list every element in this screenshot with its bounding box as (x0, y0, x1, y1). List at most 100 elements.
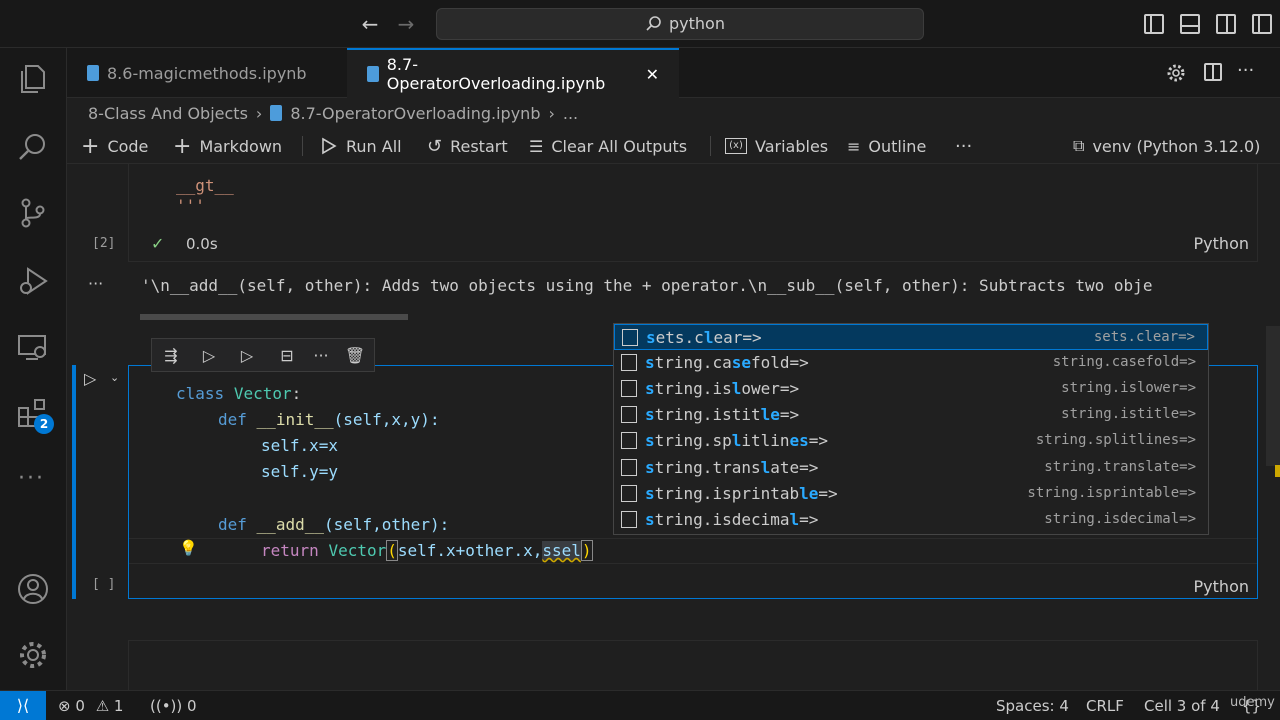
snippet-icon (621, 354, 637, 372)
execute-below-icon[interactable]: ▷ (236, 346, 258, 366)
toolbar-more-button[interactable]: ··· (955, 134, 972, 158)
clear-all-outputs-button[interactable]: ☰ Clear All Outputs (529, 134, 687, 158)
execution-count: [2] (92, 236, 116, 251)
activity-bar: 2 ··· (0, 48, 67, 690)
code-line: return Vector(self.x+other.x,ssel) (261, 540, 593, 561)
restart-icon: ↺ (427, 135, 443, 157)
execute-above-icon[interactable]: ⇶ (160, 346, 182, 366)
indentation-indicator[interactable]: Spaces: 4 (996, 697, 1069, 715)
search-icon (646, 15, 661, 31)
broadcast-icon: ((•)) (150, 697, 183, 715)
output-horizontal-scrollbar[interactable] (140, 314, 408, 320)
toggle-panel-icon[interactable] (1180, 14, 1200, 34)
execute-cell-and-below-icon[interactable]: ▷ (198, 346, 220, 366)
output-more-icon[interactable]: ··· (88, 274, 103, 293)
editor-tab-bar: 8.6-magicmethods.ipynb 8.7-OperatorOverl… (67, 48, 1280, 98)
suggestion-item[interactable]: string.translate=> string.translate=> (614, 455, 1208, 481)
more-views-icon[interactable]: ··· (18, 466, 45, 491)
back-arrow-icon[interactable]: ← (358, 12, 382, 36)
outline-icon: ≡ (847, 136, 861, 156)
cell-more-icon[interactable]: ··· (310, 346, 332, 366)
toggle-secondary-sidebar-icon[interactable] (1216, 14, 1236, 34)
suggestion-item[interactable]: string.istitle=> string.istitle=> (614, 402, 1208, 428)
run-cell-icon[interactable]: ▷ (84, 369, 96, 388)
toggle-primary-sidebar-icon[interactable] (1144, 14, 1164, 34)
problems-indicator[interactable]: ⊗ 0 ⚠ 1 (58, 697, 123, 715)
suggestion-label: string.isdecimal=> (645, 509, 819, 529)
run-debug-icon[interactable] (16, 264, 50, 298)
notebook-file-icon (367, 66, 379, 82)
chevron-down-icon[interactable]: ⌄ (110, 371, 119, 384)
settings-gear-icon[interactable] (16, 638, 50, 672)
error-icon: ⊗ (58, 697, 71, 715)
suggestion-item[interactable]: string.splitlines=> string.splitlines=> (614, 428, 1208, 454)
suggestion-label: string.istitle=> (645, 405, 800, 425)
suggestion-item[interactable]: sets.clear=> sets.clear=> (614, 324, 1208, 350)
suggestion-item[interactable]: string.isdecimal=> string.isdecimal=> (614, 507, 1208, 533)
chevron-right-icon: › (548, 103, 555, 123)
search-icon[interactable] (16, 130, 50, 164)
variables-icon: (x) (725, 138, 747, 154)
add-markdown-cell-button[interactable]: + Markdown (173, 134, 282, 159)
tab-label: 8.7-OperatorOverloading.ipynb (386, 55, 606, 93)
eol-indicator[interactable]: CRLF (1086, 697, 1124, 715)
explorer-icon[interactable] (16, 62, 50, 96)
tab-operatoroverloading[interactable]: 8.7-OperatorOverloading.ipynb ✕ (347, 48, 679, 98)
restart-button[interactable]: ↺ Restart (427, 134, 508, 158)
cell-output-text: '\n__add__(self, other): Adds two object… (141, 276, 1153, 295)
suggestion-detail: string.casefold=> (1052, 354, 1196, 371)
cell-language-label[interactable]: Python (1194, 577, 1249, 596)
kernel-icon: ⧉ (1073, 136, 1085, 155)
breadcrumb-more[interactable]: ... (563, 104, 578, 123)
suggestion-label: string.translate=> (645, 457, 819, 477)
remote-explorer-icon[interactable] (16, 330, 50, 364)
ports-indicator[interactable]: ((•)) 0 (150, 697, 197, 715)
split-editor-icon[interactable] (1204, 63, 1222, 81)
forward-arrow-icon[interactable]: → (394, 12, 418, 36)
breadcrumb-folder[interactable]: 8-Class And Objects (88, 104, 248, 123)
toolbar-divider (710, 136, 711, 156)
accounts-icon[interactable] (16, 572, 50, 606)
suggestion-widget: sets.clear=> sets.clear=> string.casefold=… (613, 323, 1209, 535)
delete-cell-icon[interactable]: 🗑 (344, 346, 366, 366)
variables-button[interactable]: (x) Variables (725, 134, 828, 158)
lightbulb-icon[interactable]: 💡 (179, 539, 198, 557)
gear-icon[interactable] (1166, 63, 1186, 83)
notebook-file-icon (87, 65, 99, 81)
suggestion-detail: string.translate=> (1044, 458, 1196, 475)
active-cell-indicator (72, 365, 76, 599)
cell-language-label[interactable]: Python (1194, 234, 1249, 253)
command-center-search[interactable]: python (436, 8, 924, 40)
remote-indicator-icon[interactable]: ⟩⟨ (0, 691, 46, 720)
add-code-cell-button[interactable]: + Code (81, 134, 148, 159)
outline-button[interactable]: ≡ Outline (847, 134, 926, 158)
customize-layout-icon[interactable] (1252, 14, 1272, 34)
scrollbar-warning-marker (1275, 465, 1280, 477)
code-cell-2[interactable]: __gt__ ''' Python ✓ 0.0s (128, 164, 1258, 262)
kernel-picker-button[interactable]: ⧉ venv (Python 3.12.0) (1073, 134, 1260, 158)
success-check-icon: ✓ (151, 234, 165, 253)
notebook-file-icon (270, 105, 283, 121)
clear-all-icon: ☰ (529, 136, 544, 156)
snippet-icon (621, 458, 637, 476)
close-tab-icon[interactable]: ✕ (646, 65, 659, 84)
suggestion-label: sets.clear=> (646, 328, 762, 347)
chevron-right-icon: › (255, 103, 263, 123)
suggestion-item[interactable]: string.islower=> string.islower=> (614, 376, 1208, 402)
suggestion-detail: string.islower=> (1061, 380, 1196, 397)
tab-magicmethods[interactable]: 8.6-magicmethods.ipynb (67, 48, 347, 98)
suggestion-label: string.casefold=> (645, 353, 809, 373)
source-control-icon[interactable] (16, 196, 50, 230)
more-actions-icon[interactable]: ··· (1237, 60, 1254, 81)
snippet-icon (621, 380, 637, 398)
suggestion-item[interactable]: string.casefold=> string.casefold=> (614, 350, 1208, 376)
extensions-badge: 2 (34, 414, 54, 434)
code-line: ''' (176, 196, 205, 215)
code-cell-4[interactable] (128, 640, 1258, 690)
run-all-button[interactable]: Run All (320, 134, 402, 158)
breadcrumb-file[interactable]: 8.7-OperatorOverloading.ipynb (290, 104, 540, 123)
suggestion-item[interactable]: string.isprintable=> string.isprintable=> (614, 481, 1208, 507)
notebook-vertical-scrollbar[interactable] (1266, 326, 1280, 466)
split-cell-icon[interactable]: ⊟ (276, 346, 298, 366)
cell-position-indicator[interactable]: Cell 3 of 4 (1144, 697, 1220, 715)
